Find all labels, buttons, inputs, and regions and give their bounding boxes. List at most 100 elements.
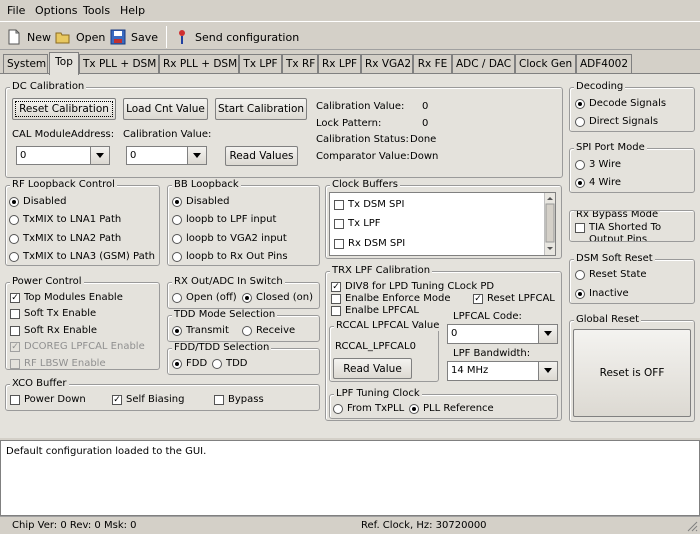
bb-loopback-disabled-radio[interactable]: Disabled bbox=[172, 196, 229, 207]
global-reset-group: Global Reset Reset is OFF bbox=[569, 314, 695, 422]
tia-shorted-checkbox[interactable]: TIA Shorted To Output Pins bbox=[575, 222, 687, 241]
power-control-title: Power Control bbox=[10, 276, 84, 287]
receive-radio[interactable]: Receive bbox=[242, 325, 295, 336]
xco-self-biasing-checkbox[interactable]: ✓ Self Biasing bbox=[112, 394, 184, 405]
tab-tx-pll-dsm[interactable]: Tx PLL + DSM bbox=[79, 54, 159, 74]
dcoreg-lpfcal-enable-checkbox[interactable]: ✓ DCOREG LPFCAL Enable bbox=[10, 341, 145, 352]
clock-buffers-scrollbar[interactable] bbox=[544, 193, 555, 255]
lock-pattern-label: Lock Pattern: bbox=[316, 118, 382, 129]
txmix-lna2-radio[interactable]: TxMIX to LNA2 Path bbox=[9, 233, 121, 244]
tab-system[interactable]: System bbox=[3, 54, 48, 74]
pll-reference-radio[interactable]: PLL Reference bbox=[409, 403, 494, 414]
tab-tx-rf[interactable]: Tx RF bbox=[282, 54, 318, 74]
div8-lpd-tuning-checkbox[interactable]: ✓ DIV8 for LPD Tuning CLock PD bbox=[331, 281, 494, 292]
txmix-lna1-radio[interactable]: TxMIX to LNA1 Path bbox=[9, 214, 121, 225]
enable-lpfcal-checkbox[interactable]: Enalbe LPFCAL bbox=[331, 305, 419, 316]
menu-tools[interactable]: Tools bbox=[83, 4, 110, 17]
rx-bypass-mode-group: Rx Bypass Mode TIA Shorted To Output Pin… bbox=[569, 210, 695, 242]
power-control-group: Power Control ✓ Top Modules Enable Soft T… bbox=[5, 276, 160, 370]
xco-bypass-checkbox[interactable]: Bypass bbox=[214, 394, 264, 405]
tab-tx-lpf[interactable]: Tx LPF bbox=[239, 54, 282, 74]
toolbar-separator bbox=[166, 26, 167, 48]
calibration-status-value: Done bbox=[410, 134, 437, 145]
tab-bar: System Top Tx PLL + DSM Rx PLL + DSM Tx … bbox=[0, 52, 700, 75]
trx-lpf-calibration-title: TRX LPF Calibration bbox=[330, 265, 433, 276]
tab-clock-gen[interactable]: Clock Gen bbox=[515, 54, 576, 74]
decode-signals-radio[interactable]: Decode Signals bbox=[575, 98, 666, 109]
enable-enforce-mode-checkbox[interactable]: Enalbe Enforce Mode bbox=[331, 293, 451, 304]
txmix-lna3-radio[interactable]: TxMIX to LNA3 (GSM) Path bbox=[9, 251, 155, 262]
menu-file[interactable]: File bbox=[7, 4, 25, 17]
reset-lpfcal-checkbox[interactable]: ✓ Reset LPFCAL bbox=[473, 293, 555, 304]
tab-adc-dac[interactable]: ADC / DAC bbox=[452, 54, 515, 74]
rf-lbsw-enable-checkbox[interactable]: RF LBSW Enable bbox=[10, 358, 106, 369]
chevron-down-icon[interactable] bbox=[538, 325, 557, 343]
resize-grip-icon[interactable] bbox=[686, 520, 698, 532]
read-values-button[interactable]: Read Values bbox=[225, 146, 298, 166]
rx-out-open-radio[interactable]: Open (off) bbox=[172, 292, 237, 303]
from-txpll-radio[interactable]: From TxPLL bbox=[333, 403, 404, 414]
rx-dsm-spi-checkbox[interactable]: Rx DSM SPI bbox=[334, 238, 405, 249]
ref-clock-text: Ref. Clock, Hz: 30720000 bbox=[361, 520, 487, 531]
calibration-value-combo[interactable]: 0 bbox=[126, 146, 207, 165]
reset-calibration-button[interactable]: Reset Calibration bbox=[12, 98, 116, 120]
tab-rx-pll-dsm[interactable]: Rx PLL + DSM bbox=[159, 54, 239, 74]
tx-dsm-spi-checkbox[interactable]: Tx DSM SPI bbox=[334, 199, 404, 210]
rx-out-adc-switch-group: RX Out/ADC In Switch Open (off) Closed (… bbox=[167, 276, 320, 309]
new-label: New bbox=[27, 30, 51, 44]
clock-buffers-list[interactable]: Tx DSM SPI Tx LPF Rx DSM SPI bbox=[329, 192, 556, 256]
direct-signals-radio[interactable]: Direct Signals bbox=[575, 116, 658, 127]
send-label: Send configuration bbox=[195, 30, 300, 44]
global-reset-title: Global Reset bbox=[574, 314, 642, 325]
chevron-down-icon[interactable] bbox=[90, 147, 109, 164]
tab-rx-vga2[interactable]: Rx VGA2 bbox=[361, 54, 413, 74]
chevron-down-icon[interactable] bbox=[538, 362, 557, 380]
lpf-bandwidth-combo[interactable]: 14 MHz bbox=[447, 361, 558, 381]
cal-module-address-value: 0 bbox=[20, 150, 27, 161]
tab-adf4002[interactable]: ADF4002 bbox=[576, 54, 632, 74]
rx-bypass-mode-title: Rx Bypass Mode bbox=[574, 210, 661, 220]
load-cnt-value-button[interactable]: Load Cnt Value bbox=[123, 98, 208, 120]
tx-lpf-checkbox[interactable]: Tx LPF bbox=[334, 218, 381, 229]
soft-tx-enable-checkbox[interactable]: Soft Tx Enable bbox=[10, 308, 96, 319]
fdd-radio[interactable]: FDD bbox=[172, 358, 207, 369]
tab-top[interactable]: Top bbox=[49, 52, 79, 75]
scroll-arrows-icon bbox=[545, 197, 555, 250]
inactive-radio[interactable]: Inactive bbox=[575, 288, 629, 299]
status-calibration-value: 0 bbox=[422, 101, 429, 112]
tab-rx-fe[interactable]: Rx FE bbox=[413, 54, 452, 74]
xco-power-down-checkbox[interactable]: Power Down bbox=[10, 394, 86, 405]
tdd-radio[interactable]: TDD bbox=[212, 358, 248, 369]
reset-state-radio[interactable]: Reset State bbox=[575, 269, 647, 280]
chevron-down-icon[interactable] bbox=[187, 147, 206, 164]
menu-help[interactable]: Help bbox=[120, 4, 145, 17]
rx-out-closed-radio[interactable]: Closed (on) bbox=[242, 292, 313, 303]
send-configuration-button[interactable]: Send configuration bbox=[174, 26, 299, 48]
log-textarea[interactable]: Default configuration loaded to the GUI. bbox=[0, 440, 700, 516]
reset-is-off-button[interactable]: Reset is OFF bbox=[573, 329, 691, 417]
new-button[interactable]: New bbox=[6, 26, 51, 48]
soft-rx-enable-checkbox[interactable]: Soft Rx Enable bbox=[10, 325, 97, 336]
read-value-button[interactable]: Read Value bbox=[333, 358, 412, 379]
loopb-lpf-input-radio[interactable]: loopb to LPF input bbox=[172, 214, 276, 225]
tab-rx-lpf[interactable]: Rx LPF bbox=[318, 54, 361, 74]
loopb-rx-out-pins-radio[interactable]: loopb to Rx Out Pins bbox=[172, 251, 288, 262]
transmit-radio[interactable]: Transmit bbox=[172, 325, 229, 336]
menu-options[interactable]: Options bbox=[35, 4, 77, 17]
top-modules-enable-checkbox[interactable]: ✓ Top Modules Enable bbox=[10, 292, 123, 303]
three-wire-radio[interactable]: 3 Wire bbox=[575, 159, 621, 170]
open-button[interactable]: Open bbox=[55, 26, 105, 48]
start-calibration-button[interactable]: Start Calibration bbox=[215, 98, 307, 120]
send-pin-icon bbox=[174, 29, 190, 45]
dsm-soft-reset-group: DSM Soft Reset Reset State Inactive bbox=[569, 253, 695, 304]
lpfcal-code-combo[interactable]: 0 bbox=[447, 324, 558, 344]
spi-port-mode-title: SPI Port Mode bbox=[574, 142, 647, 153]
four-wire-radio[interactable]: 4 Wire bbox=[575, 177, 621, 188]
rf-loopback-disabled-radio[interactable]: Disabled bbox=[9, 196, 66, 207]
save-button[interactable]: Save bbox=[110, 26, 158, 48]
clock-buffers-title: Clock Buffers bbox=[330, 179, 400, 190]
loopb-vga2-input-radio[interactable]: loopb to VGA2 input bbox=[172, 233, 287, 244]
cal-module-address-combo[interactable]: 0 bbox=[16, 146, 110, 165]
calibration-value-label: Calibration Value: bbox=[123, 129, 212, 140]
fdd-tdd-selection-title: FDD/TDD Selection bbox=[172, 342, 272, 353]
